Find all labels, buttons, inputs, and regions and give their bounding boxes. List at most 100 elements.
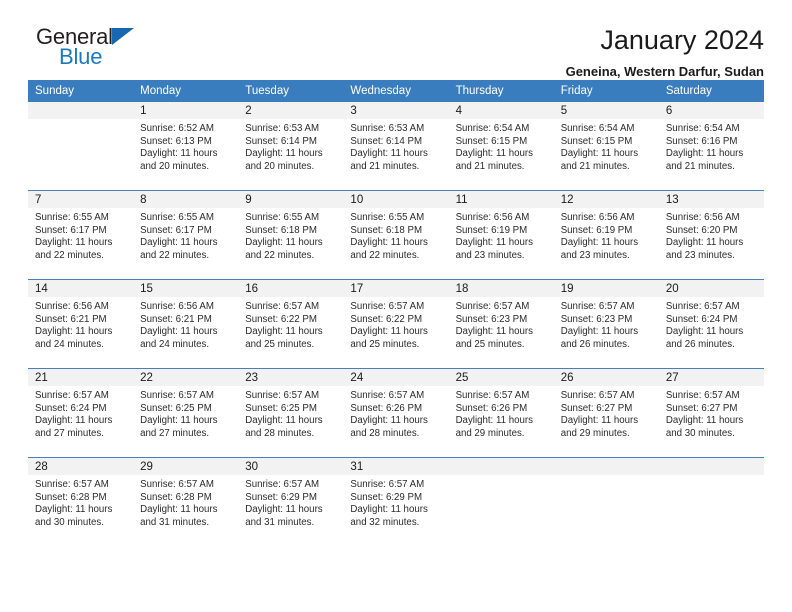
daylight-text-line1: Daylight: 11 hours [560, 237, 639, 249]
daylight-text-line2: and 26 minutes. [665, 338, 735, 350]
day-number: 24 [343, 369, 449, 386]
calendar-day-cell[interactable]: 12 Sunrise: 6:56 AM Sunset: 6:19 PM Dayligh… [553, 190, 659, 280]
weekday-header-thursday: Thursday [448, 80, 554, 102]
calendar-day-cell[interactable]: 27 Sunrise: 6:57 AM Sunset: 6:27 PM Dayligh… [658, 368, 764, 458]
calendar-day-cell[interactable]: 18 Sunrise: 6:57 AM Sunset: 6:23 PM Dayligh… [448, 279, 554, 369]
day-cell-content: 7 Sunrise: 6:55 AM Sunset: 6:17 PM Daylight… [28, 191, 134, 279]
calendar-day-cell[interactable]: 8 Sunrise: 6:55 AM Sunset: 6:17 PM Daylight… [133, 190, 239, 280]
calendar-day-cell[interactable]: 10 Sunrise: 6:55 AM Sunset: 6:18 PM Dayligh… [343, 190, 449, 280]
sunset-text: Sunset: 6:23 PM [455, 313, 528, 325]
sunset-text: Sunset: 6:15 PM [455, 135, 528, 147]
daylight-text-line2: and 29 minutes. [560, 427, 630, 439]
day-sun-info: Sunrise: 6:57 AM Sunset: 6:25 PM Daylight:… [133, 386, 238, 440]
calendar-day-cell[interactable]: 31 Sunrise: 6:57 AM Sunset: 6:29 PM Dayligh… [343, 457, 449, 546]
calendar-day-cell[interactable]: 6 Sunrise: 6:54 AM Sunset: 6:16 PM Daylight… [658, 102, 764, 191]
day-number: 31 [343, 458, 449, 475]
day-sun-info: Sunrise: 6:57 AM Sunset: 6:29 PM Daylight:… [343, 475, 448, 529]
calendar-page: General Blue January 2024 Geneina, Weste… [0, 0, 792, 612]
sunset-text: Sunset: 6:14 PM [245, 135, 317, 147]
daylight-text-line1: Daylight: 11 hours [35, 504, 113, 516]
day-cell-content: 10 Sunrise: 6:55 AM Sunset: 6:18 PM Dayligh… [343, 191, 449, 279]
sunset-text: Sunset: 6:18 PM [350, 224, 423, 236]
calendar-day-cell[interactable]: 16 Sunrise: 6:57 AM Sunset: 6:22 PM Dayligh… [238, 279, 344, 369]
daylight-text-line2: and 24 minutes. [35, 338, 104, 350]
day-cell-content: 14 Sunrise: 6:56 AM Sunset: 6:21 PM Dayligh… [28, 280, 134, 368]
calendar-day-cell[interactable]: 24 Sunrise: 6:57 AM Sunset: 6:26 PM Dayligh… [343, 368, 449, 458]
sunrise-sunset-calendar: Sunday Monday Tuesday Wednesday Thursday… [28, 80, 764, 546]
calendar-day-cell[interactable]: 28 Sunrise: 6:57 AM Sunset: 6:28 PM Dayligh… [28, 457, 134, 546]
sunset-text: Sunset: 6:26 PM [350, 402, 423, 414]
calendar-day-cell[interactable]: 29 Sunrise: 6:57 AM Sunset: 6:28 PM Dayligh… [133, 457, 239, 546]
calendar-day-cell[interactable]: 2 Sunrise: 6:53 AM Sunset: 6:14 PM Daylight… [238, 102, 344, 191]
daylight-text-line1: Daylight: 11 hours [245, 237, 323, 249]
daylight-text-line1: Daylight: 11 hours [560, 326, 639, 338]
calendar-day-cell[interactable]: 5 Sunrise: 6:54 AM Sunset: 6:15 PM Daylight… [553, 102, 659, 191]
calendar-day-cell[interactable]: 21 Sunrise: 6:57 AM Sunset: 6:24 PM Dayligh… [28, 368, 134, 458]
day-cell-content: 1 Sunrise: 6:52 AM Sunset: 6:13 PM Daylight… [133, 102, 239, 190]
calendar-day-cell[interactable]: 9 Sunrise: 6:55 AM Sunset: 6:18 PM Daylight… [238, 190, 344, 280]
sunset-text: Sunset: 6:13 PM [140, 135, 212, 147]
calendar-day-cell[interactable]: 7 Sunrise: 6:55 AM Sunset: 6:17 PM Daylight… [28, 190, 134, 280]
calendar-day-cell[interactable]: 19 Sunrise: 6:57 AM Sunset: 6:23 PM Dayligh… [553, 279, 659, 369]
sunrise-text: Sunrise: 6:55 AM [245, 212, 320, 223]
day-number: 12 [553, 191, 659, 208]
generalblue-logo[interactable]: General Blue [28, 24, 158, 76]
day-sun-info: Sunrise: 6:55 AM Sunset: 6:18 PM Daylight:… [238, 208, 343, 262]
day-number: 16 [238, 280, 344, 297]
sunset-text: Sunset: 6:19 PM [455, 224, 528, 236]
day-sun-info: Sunrise: 6:55 AM Sunset: 6:18 PM Daylight:… [343, 208, 448, 262]
calendar-day-cell[interactable]: 1 Sunrise: 6:52 AM Sunset: 6:13 PM Daylight… [133, 102, 239, 191]
calendar-day-cell[interactable]: 13 Sunrise: 6:56 AM Sunset: 6:20 PM Dayligh… [658, 190, 764, 280]
day-sun-info: Sunrise: 6:57 AM Sunset: 6:26 PM Daylight:… [343, 386, 448, 440]
day-cell-content: 15 Sunrise: 6:56 AM Sunset: 6:21 PM Dayligh… [133, 280, 239, 368]
calendar-week-row: 28 Sunrise: 6:57 AM Sunset: 6:28 PM Dayligh… [28, 457, 764, 546]
calendar-day-cell[interactable]: 25 Sunrise: 6:57 AM Sunset: 6:26 PM Dayligh… [448, 368, 554, 458]
day-sun-info: Sunrise: 6:53 AM Sunset: 6:14 PM Daylight:… [238, 119, 343, 173]
calendar-week-row: 14 Sunrise: 6:56 AM Sunset: 6:21 PM Dayligh… [28, 279, 764, 369]
calendar-day-cell[interactable]: 23 Sunrise: 6:57 AM Sunset: 6:25 PM Dayligh… [238, 368, 344, 458]
calendar-day-cell[interactable]: 30 Sunrise: 6:57 AM Sunset: 6:29 PM Dayligh… [238, 457, 344, 546]
day-number: 6 [658, 102, 764, 119]
daylight-text-line2: and 23 minutes. [560, 249, 630, 261]
sunrise-text: Sunrise: 6:54 AM [560, 123, 635, 134]
daylight-text-line2: and 23 minutes. [455, 249, 525, 261]
daylight-text-line2: and 27 minutes. [140, 427, 210, 439]
day-number: 4 [448, 102, 554, 119]
calendar-day-cell[interactable]: 14 Sunrise: 6:56 AM Sunset: 6:21 PM Dayligh… [28, 279, 134, 369]
daylight-text-line1: Daylight: 11 hours [140, 504, 218, 516]
day-cell-content: 28 Sunrise: 6:57 AM Sunset: 6:28 PM Dayligh… [28, 458, 134, 546]
day-cell-content: 12 Sunrise: 6:56 AM Sunset: 6:19 PM Dayligh… [553, 191, 659, 279]
calendar-day-cell[interactable]: 3 Sunrise: 6:53 AM Sunset: 6:14 PM Daylight… [343, 102, 449, 191]
calendar-day-cell[interactable]: 26 Sunrise: 6:57 AM Sunset: 6:27 PM Dayligh… [553, 368, 659, 458]
sunrise-text: Sunrise: 6:57 AM [350, 390, 425, 401]
sunrise-text: Sunrise: 6:53 AM [245, 123, 320, 134]
daylight-text-line2: and 25 minutes. [455, 338, 525, 350]
day-number: 15 [133, 280, 239, 297]
daylight-text-line1: Daylight: 11 hours [665, 148, 744, 160]
day-cell-content: 9 Sunrise: 6:55 AM Sunset: 6:18 PM Daylight… [238, 191, 344, 279]
sunrise-text: Sunrise: 6:57 AM [350, 479, 425, 490]
day-cell-content: 17 Sunrise: 6:57 AM Sunset: 6:22 PM Dayligh… [343, 280, 449, 368]
weekday-header-wednesday: Wednesday [343, 80, 449, 102]
weekday-header-row: Sunday Monday Tuesday Wednesday Thursday… [28, 80, 764, 102]
day-sun-info: Sunrise: 6:57 AM Sunset: 6:27 PM Daylight:… [554, 386, 659, 440]
calendar-week-row: 7 Sunrise: 6:55 AM Sunset: 6:17 PM Daylight… [28, 190, 764, 280]
daylight-text-line1: Daylight: 11 hours [350, 504, 428, 516]
calendar-day-cell[interactable]: 11 Sunrise: 6:56 AM Sunset: 6:19 PM Dayligh… [448, 190, 554, 280]
day-cell-content [553, 458, 659, 546]
calendar-day-cell[interactable]: 4 Sunrise: 6:54 AM Sunset: 6:15 PM Daylight… [448, 102, 554, 191]
calendar-day-cell[interactable]: 17 Sunrise: 6:57 AM Sunset: 6:22 PM Dayligh… [343, 279, 449, 369]
calendar-day-cell[interactable]: 15 Sunrise: 6:56 AM Sunset: 6:21 PM Dayligh… [133, 279, 239, 369]
calendar-day-cell [658, 457, 764, 546]
day-sun-info: Sunrise: 6:57 AM Sunset: 6:23 PM Daylight:… [554, 297, 659, 351]
daylight-text-line2: and 28 minutes. [350, 427, 420, 439]
day-number [28, 102, 134, 119]
page-subtitle: Geneina, Western Darfur, Sudan [565, 63, 764, 79]
daylight-text-line1: Daylight: 11 hours [140, 237, 218, 249]
sunset-text: Sunset: 6:17 PM [140, 224, 212, 236]
calendar-day-cell[interactable]: 22 Sunrise: 6:57 AM Sunset: 6:25 PM Dayligh… [133, 368, 239, 458]
day-cell-content: 13 Sunrise: 6:56 AM Sunset: 6:20 PM Dayligh… [658, 191, 764, 279]
sunrise-text: Sunrise: 6:57 AM [245, 301, 320, 312]
calendar-day-cell[interactable]: 20 Sunrise: 6:57 AM Sunset: 6:24 PM Dayligh… [658, 279, 764, 369]
sunset-text: Sunset: 6:19 PM [560, 224, 633, 236]
